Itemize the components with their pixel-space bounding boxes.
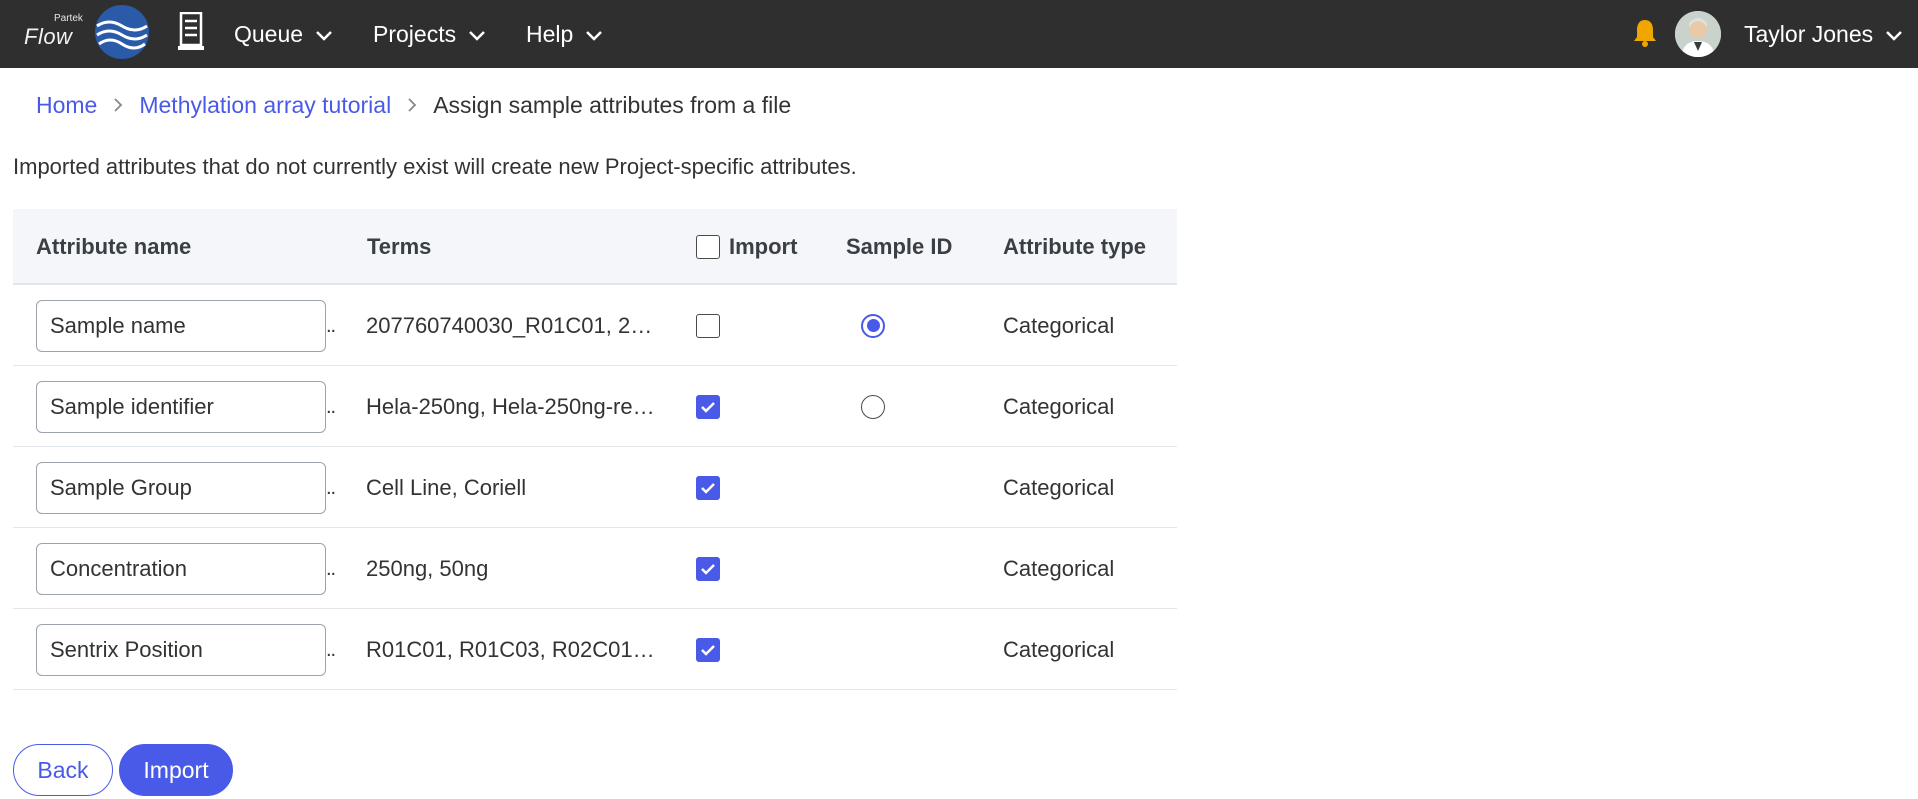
import-cell — [696, 285, 720, 366]
import-all-checkbox[interactable] — [696, 235, 720, 259]
nav-help-label: Help — [526, 20, 574, 47]
attribute-type-cell: Categorical — [1003, 312, 1115, 338]
breadcrumb-project[interactable]: Methylation array tutorial — [139, 92, 391, 119]
attribute-name-input[interactable] — [36, 381, 326, 433]
server-icon[interactable] — [178, 11, 204, 57]
import-checkbox[interactable] — [696, 556, 720, 581]
truncation-dots: .. — [326, 315, 336, 337]
terms-cell: R01C01, R01C03, R02C01, R02C03 — [366, 637, 656, 662]
chevron-right-icon — [113, 97, 123, 113]
import-cell — [696, 366, 720, 447]
chevron-down-icon — [586, 31, 603, 41]
import-cell — [696, 528, 720, 609]
table-row: .. R01C01, R01C03, R02C01, R02C03 Catego… — [13, 609, 1177, 690]
table-row: .. Cell Line, Coriell Categorical — [13, 447, 1177, 528]
header-import: Import — [696, 209, 797, 285]
nav-queue[interactable]: Queue — [234, 0, 333, 68]
user-name: Taylor Jones — [1744, 20, 1874, 47]
import-cell — [696, 447, 720, 528]
table-row: .. 207760740030_R01C01, 207760740030_R01… — [13, 285, 1177, 366]
import-cell — [696, 609, 720, 690]
bell-icon[interactable] — [1632, 18, 1658, 53]
attribute-type-cell: Categorical — [1003, 636, 1115, 662]
nav-projects-label: Projects — [373, 20, 457, 47]
attribute-type-cell: Categorical — [1003, 393, 1115, 419]
nav-queue-label: Queue — [234, 20, 304, 47]
header-attribute-name: Attribute name — [36, 234, 192, 259]
terms-cell: Hela-250ng, Hela-250ng-rep2, Hela-50ng — [366, 394, 656, 419]
app-logo[interactable]: Partek Flow — [24, 4, 150, 62]
logo-brand-small: Partek — [54, 13, 83, 24]
top-navbar: Partek Flow Queue Projects Help Taylor J… — [0, 0, 1918, 68]
header-sample-id: Sample ID — [846, 234, 953, 259]
breadcrumb: Home Methylation array tutorial Assign s… — [36, 90, 791, 120]
sample-id-cell — [861, 366, 885, 447]
header-import-label: Import — [729, 234, 798, 259]
breadcrumb-current: Assign sample attributes from a file — [433, 91, 792, 118]
checkmark-icon — [701, 401, 715, 413]
chevron-right-icon — [407, 97, 417, 113]
terms-cell: 207760740030_R01C01, 207760740030_R01C03… — [366, 313, 656, 338]
terms-cell: 250ng, 50ng — [366, 556, 489, 581]
terms-cell: Cell Line, Coriell — [366, 475, 527, 500]
attribute-type-cell: Categorical — [1003, 474, 1115, 500]
truncation-dots: .. — [326, 396, 336, 418]
import-checkbox[interactable] — [696, 475, 720, 500]
back-button[interactable]: Back — [13, 744, 113, 796]
table-header: Attribute name Terms Import Sample ID At… — [13, 209, 1177, 285]
chevron-down-icon — [469, 31, 485, 41]
sample-id-cell — [861, 285, 885, 366]
truncation-dots: .. — [326, 477, 336, 499]
import-checkbox[interactable] — [696, 313, 720, 338]
breadcrumb-home[interactable]: Home — [36, 92, 97, 119]
table-row: .. Hela-250ng, Hela-250ng-rep2, Hela-50n… — [13, 366, 1177, 447]
attribute-name-input[interactable] — [36, 624, 326, 676]
chevron-down-icon — [316, 31, 332, 41]
checkmark-icon — [701, 644, 715, 656]
attribute-type-cell: Categorical — [1003, 555, 1115, 581]
checkmark-icon — [701, 563, 715, 575]
table-row: .. 250ng, 50ng Categorical — [13, 528, 1177, 609]
chevron-down-icon — [1886, 31, 1903, 41]
header-terms: Terms — [367, 234, 432, 259]
logo-brand-name: Flow — [24, 24, 73, 49]
truncation-dots: .. — [326, 639, 336, 661]
sample-id-radio[interactable] — [861, 313, 885, 338]
header-attribute-type: Attribute type — [1003, 234, 1146, 259]
attribute-name-input[interactable] — [36, 462, 326, 514]
import-button[interactable]: Import — [119, 744, 233, 796]
nav-help[interactable]: Help — [526, 0, 603, 68]
attributes-table: Attribute name Terms Import Sample ID At… — [13, 209, 1177, 690]
checkmark-icon — [701, 482, 715, 494]
avatar[interactable] — [1675, 11, 1721, 57]
info-message: Imported attributes that do not currentl… — [13, 154, 857, 179]
import-checkbox[interactable] — [696, 637, 720, 662]
user-menu[interactable]: Taylor Jones — [1744, 0, 1903, 68]
attribute-name-input[interactable] — [36, 300, 326, 352]
nav-projects[interactable]: Projects — [373, 0, 486, 68]
logo-wave-icon — [95, 5, 149, 59]
truncation-dots: .. — [326, 558, 336, 580]
attribute-name-input[interactable] — [36, 543, 326, 595]
import-checkbox[interactable] — [696, 394, 720, 419]
sample-id-radio[interactable] — [861, 394, 885, 419]
